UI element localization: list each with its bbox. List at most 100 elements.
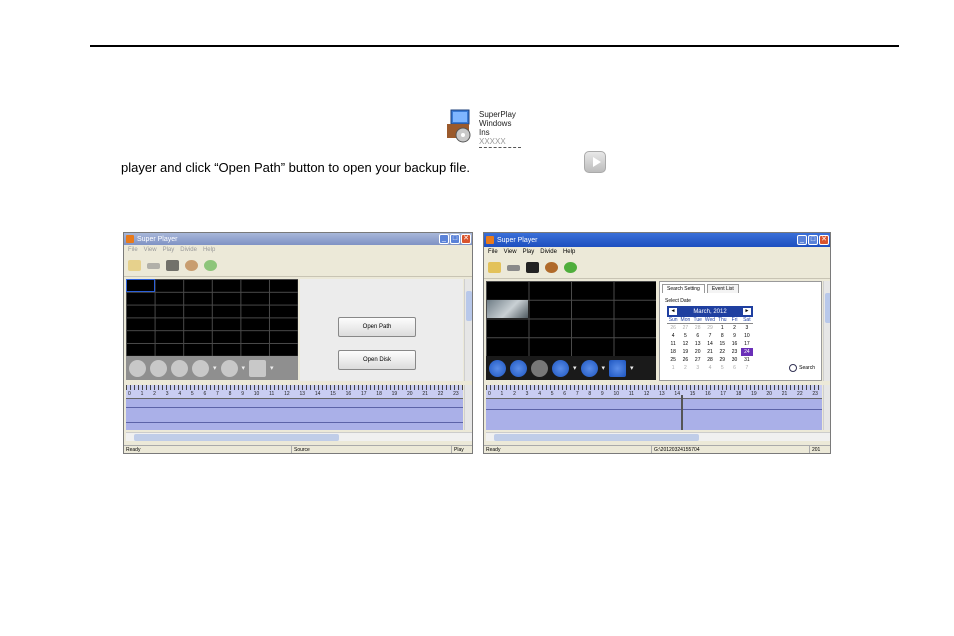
maximize-button[interactable]: □ bbox=[808, 235, 818, 245]
calendar-day[interactable]: 17 bbox=[741, 340, 753, 348]
vertical-scrollbar[interactable] bbox=[823, 281, 830, 381]
vertical-scrollbar[interactable] bbox=[464, 279, 472, 381]
maximize-button[interactable]: □ bbox=[450, 234, 460, 244]
calendar-day[interactable]: 24 bbox=[740, 348, 753, 356]
calendar-day[interactable]: 10 bbox=[741, 332, 753, 340]
fast-forward-icon[interactable] bbox=[220, 359, 238, 377]
speed-dropdown-icon[interactable]: ▾ bbox=[213, 364, 217, 372]
close-button[interactable]: ✕ bbox=[461, 234, 471, 244]
playhead-marker[interactable] bbox=[681, 395, 683, 430]
calendar-day[interactable]: 1 bbox=[667, 364, 679, 372]
menu-help[interactable]: Help bbox=[203, 247, 215, 253]
refresh-icon[interactable] bbox=[204, 260, 217, 271]
pause-icon[interactable] bbox=[489, 359, 506, 377]
speed-dropdown-icon[interactable]: ▾ bbox=[602, 364, 606, 372]
refresh-icon[interactable] bbox=[564, 262, 577, 273]
menu-help[interactable]: Help bbox=[563, 249, 575, 255]
calendar-day[interactable]: 3 bbox=[741, 324, 753, 332]
horizontal-scrollbar[interactable] bbox=[486, 432, 830, 441]
calendar-day[interactable]: 7 bbox=[704, 332, 716, 340]
timeline-vscrollbar[interactable] bbox=[464, 385, 472, 430]
calendar-day[interactable]: 31 bbox=[741, 356, 753, 364]
calendar-day[interactable]: 15 bbox=[716, 340, 728, 348]
play-icon[interactable] bbox=[531, 359, 548, 377]
speed-dropdown-icon[interactable]: ▾ bbox=[242, 364, 246, 372]
open-folder-icon[interactable] bbox=[488, 262, 501, 273]
calendar-day[interactable]: 7 bbox=[741, 364, 753, 372]
close-button[interactable]: ✕ bbox=[819, 235, 829, 245]
calendar-day[interactable]: 28 bbox=[704, 356, 716, 364]
speed-dropdown-icon[interactable]: ▾ bbox=[573, 364, 577, 372]
tab-event-list[interactable]: Event List bbox=[706, 284, 739, 293]
play-icon[interactable] bbox=[171, 359, 188, 377]
layout-dropdown-icon[interactable]: ▾ bbox=[270, 364, 274, 372]
calendar-day[interactable]: 20 bbox=[692, 348, 704, 356]
calendar-day[interactable]: 4 bbox=[667, 332, 679, 340]
fast-forward-icon[interactable] bbox=[580, 359, 598, 377]
calendar-day[interactable]: 6 bbox=[692, 332, 704, 340]
disk-icon[interactable] bbox=[147, 262, 160, 269]
calendar-day[interactable]: 29 bbox=[704, 324, 716, 332]
prev-month-button[interactable]: ◄ bbox=[669, 308, 677, 315]
scroll-thumb[interactable] bbox=[494, 434, 699, 441]
calendar-day[interactable]: 30 bbox=[728, 356, 740, 364]
calendar-day[interactable]: 11 bbox=[667, 340, 679, 348]
calendar-day[interactable]: 6 bbox=[728, 364, 740, 372]
monitor-icon[interactable] bbox=[166, 260, 179, 271]
scroll-thumb[interactable] bbox=[134, 434, 339, 441]
timeline-vscrollbar[interactable] bbox=[823, 385, 830, 430]
scroll-thumb[interactable] bbox=[466, 291, 472, 321]
calendar-day[interactable]: 8 bbox=[716, 332, 728, 340]
disk-icon[interactable] bbox=[507, 264, 520, 271]
rewind-icon[interactable] bbox=[552, 359, 569, 377]
calendar-day[interactable]: 23 bbox=[728, 348, 740, 356]
calendar-day[interactable]: 22 bbox=[716, 348, 728, 356]
calendar-day[interactable]: 3 bbox=[692, 364, 704, 372]
layout-dropdown-icon[interactable]: ▾ bbox=[630, 364, 634, 372]
open-path-button[interactable]: Open Path bbox=[338, 317, 416, 337]
calendar-day[interactable]: 5 bbox=[716, 364, 728, 372]
pause-icon[interactable] bbox=[129, 359, 146, 377]
calendar-day[interactable]: 26 bbox=[679, 356, 691, 364]
next-month-button[interactable]: ► bbox=[742, 308, 751, 315]
calendar-day[interactable]: 2 bbox=[728, 324, 740, 332]
open-disk-button[interactable]: Open Disk bbox=[338, 350, 416, 370]
stop-icon[interactable] bbox=[510, 359, 527, 377]
calendar-day[interactable]: 9 bbox=[728, 332, 740, 340]
calendar-day[interactable]: 26 bbox=[667, 324, 679, 332]
superplay-installer-icon[interactable]: SuperPlay Windows Ins XXXXX bbox=[445, 108, 521, 148]
timeline[interactable]: 0 1 2 3 4 5 6 7 8 9 10 11 12 13 14 15 16… bbox=[126, 385, 463, 430]
minimize-button[interactable]: _ bbox=[439, 234, 449, 244]
minimize-button[interactable]: _ bbox=[797, 235, 807, 245]
calendar-day[interactable]: 13 bbox=[692, 340, 704, 348]
timeline[interactable]: 0 1 2 3 4 5 6 7 8 9 10 11 12 13 14 15 16… bbox=[486, 385, 822, 430]
video-area[interactable] bbox=[486, 281, 656, 356]
calendar-day[interactable]: 2 bbox=[679, 364, 691, 372]
monitor-icon[interactable] bbox=[526, 262, 539, 273]
calendar-day[interactable]: 1 bbox=[716, 324, 728, 332]
calendar-day[interactable]: 27 bbox=[679, 324, 691, 332]
calendar-day[interactable]: 25 bbox=[667, 356, 679, 364]
stop-icon[interactable] bbox=[150, 359, 167, 377]
calendar-day[interactable]: 14 bbox=[704, 340, 716, 348]
calendar-day[interactable]: 5 bbox=[679, 332, 691, 340]
calendar-day[interactable]: 16 bbox=[728, 340, 740, 348]
menu-view[interactable]: View bbox=[144, 247, 157, 253]
calendar-day[interactable]: 18 bbox=[667, 348, 679, 356]
menu-divide[interactable]: Divide bbox=[540, 249, 557, 255]
calendar-day[interactable]: 19 bbox=[679, 348, 691, 356]
calendar-day[interactable]: 4 bbox=[704, 364, 716, 372]
scroll-thumb[interactable] bbox=[825, 293, 830, 323]
menu-file[interactable]: File bbox=[128, 247, 138, 253]
calendar-day[interactable]: 12 bbox=[679, 340, 691, 348]
menu-view[interactable]: View bbox=[504, 249, 517, 255]
tab-search-setting[interactable]: Search Setting bbox=[662, 284, 705, 293]
calendar-day[interactable]: 29 bbox=[716, 356, 728, 364]
date-calendar[interactable]: ◄ March, 2012 ► Sun Mon Tue Wed Thu Fri Sat 26… bbox=[667, 306, 753, 372]
menu-play[interactable]: Play bbox=[523, 249, 535, 255]
calendar-day[interactable]: 21 bbox=[704, 348, 716, 356]
horizontal-scrollbar[interactable] bbox=[126, 432, 472, 441]
open-folder-icon[interactable] bbox=[128, 260, 141, 271]
menu-play[interactable]: Play bbox=[163, 247, 175, 253]
search-button[interactable]: Search bbox=[789, 364, 815, 372]
